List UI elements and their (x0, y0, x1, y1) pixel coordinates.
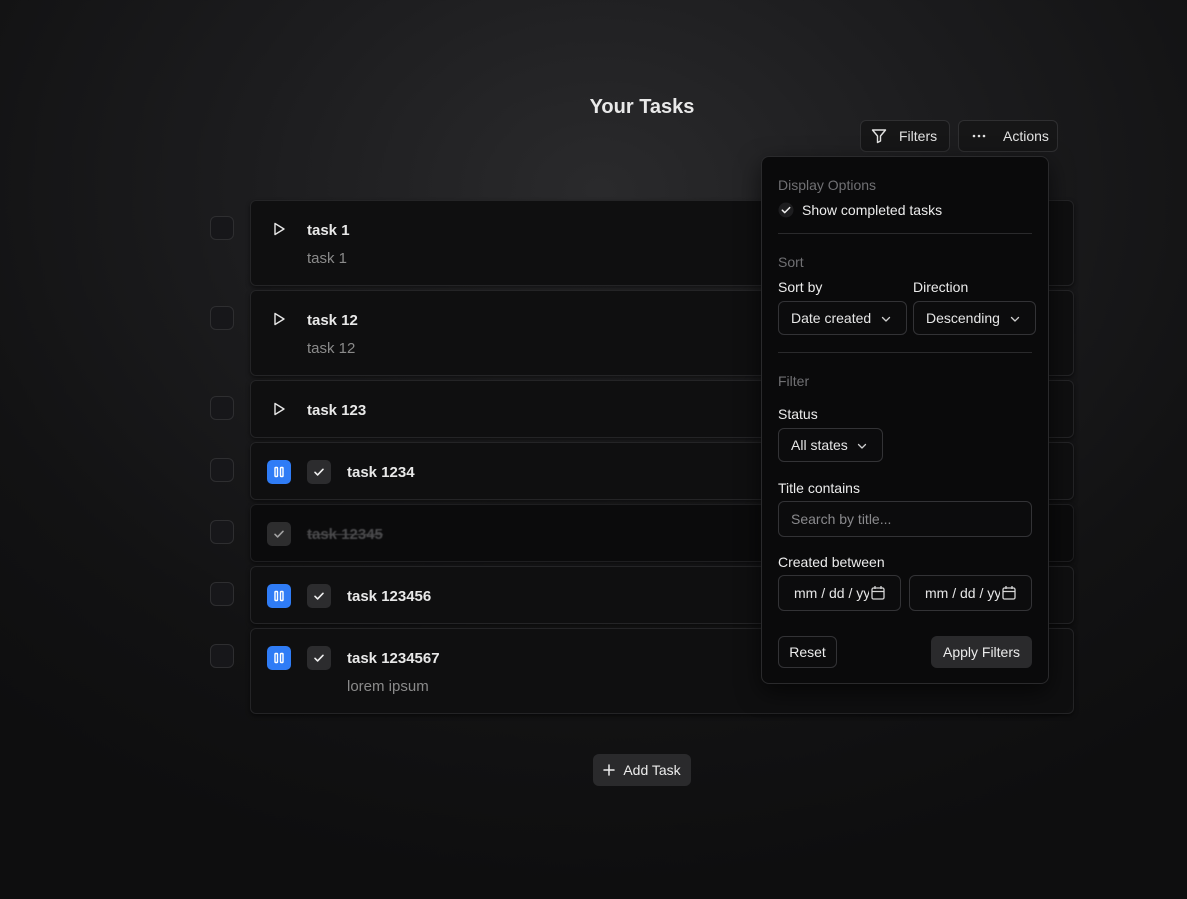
task-select-checkbox[interactable] (210, 216, 234, 240)
show-completed-label: Show completed tasks (802, 202, 943, 218)
filters-label: Filters (899, 128, 938, 144)
direction-value: Descending (926, 310, 1000, 326)
pause-icon (274, 590, 284, 602)
sort-heading: Sort (778, 254, 804, 270)
date-to-field[interactable]: mm / dd / yyyy (909, 575, 1032, 611)
pause-button[interactable] (267, 584, 291, 608)
actions-button[interactable]: Actions (958, 120, 1058, 152)
pause-button[interactable] (267, 460, 291, 484)
task-description: lorem ipsum (347, 678, 429, 695)
complete-button[interactable] (307, 460, 331, 484)
page-title: Your Tasks (589, 96, 695, 118)
task-title: task 12345 (307, 526, 383, 543)
complete-button[interactable] (307, 646, 331, 670)
date-to-text: mm / dd / yyyy (925, 585, 1000, 601)
pause-button[interactable] (267, 646, 291, 670)
filter-icon (871, 129, 887, 144)
apply-filters-button[interactable]: Apply Filters (931, 636, 1032, 668)
check-icon (274, 530, 284, 538)
actions-label: Actions (1003, 128, 1049, 144)
check-icon (778, 202, 794, 218)
check-icon (314, 468, 324, 476)
sort-by-value: Date created (791, 310, 872, 326)
task-title: task 1234 (347, 464, 415, 481)
task-select-checkbox[interactable] (210, 306, 234, 330)
divider (778, 233, 1032, 234)
chevron-down-icon (1010, 316, 1020, 322)
reset-button[interactable]: Reset (778, 636, 837, 668)
task-title: task 12 (307, 312, 358, 329)
play-icon[interactable] (271, 401, 287, 417)
plus-icon (603, 764, 616, 776)
sort-by-select[interactable]: Date created (778, 301, 907, 335)
task-description: task 12 (307, 340, 356, 357)
task-select-checkbox[interactable] (210, 582, 234, 606)
add-task-label: Add Task (623, 762, 681, 778)
more-horizontal-icon (972, 134, 986, 138)
display-options-heading: Display Options (778, 177, 877, 193)
chevron-down-icon (857, 443, 867, 449)
sort-by-label: Sort by (778, 279, 823, 295)
task-title: task 123456 (347, 588, 432, 605)
direction-label: Direction (913, 279, 969, 295)
task-select-checkbox[interactable] (210, 520, 234, 544)
filter-heading: Filter (778, 373, 810, 389)
check-icon (314, 654, 324, 662)
status-select[interactable]: All states (778, 428, 883, 462)
task-select-checkbox[interactable] (210, 396, 234, 420)
created-between-label: Created between (778, 554, 885, 570)
chevron-down-icon (881, 316, 891, 322)
status-label: Status (778, 406, 818, 422)
play-icon[interactable] (271, 311, 287, 327)
pause-icon (274, 652, 284, 664)
calendar-icon[interactable] (1002, 585, 1016, 601)
check-icon (314, 592, 324, 600)
complete-button[interactable] (267, 522, 291, 546)
add-task-button[interactable]: Add Task (593, 754, 691, 786)
task-title: task 1234567 (347, 650, 440, 667)
show-completed-checkbox[interactable]: Show completed tasks (778, 202, 942, 218)
play-icon[interactable] (271, 221, 287, 237)
task-description: task 1 (307, 250, 348, 267)
date-from-field[interactable]: mm / dd / yyyy (778, 575, 901, 611)
title-search-input[interactable] (778, 501, 1032, 537)
task-title: task 123 (307, 402, 367, 419)
task-select-checkbox[interactable] (210, 458, 234, 482)
status-value: All states (791, 437, 848, 453)
title-contains-label: Title contains (778, 480, 860, 496)
divider (778, 352, 1032, 353)
complete-button[interactable] (307, 584, 331, 608)
filters-panel: Display Options Show completed tasks Sor… (761, 156, 1049, 684)
direction-select[interactable]: Descending (913, 301, 1036, 335)
pause-icon (274, 466, 284, 478)
date-from-text: mm / dd / yyyy (794, 585, 869, 601)
calendar-icon[interactable] (871, 585, 885, 601)
task-select-checkbox[interactable] (210, 644, 234, 668)
task-title: task 1 (307, 222, 350, 239)
filters-button[interactable]: Filters (860, 120, 950, 152)
